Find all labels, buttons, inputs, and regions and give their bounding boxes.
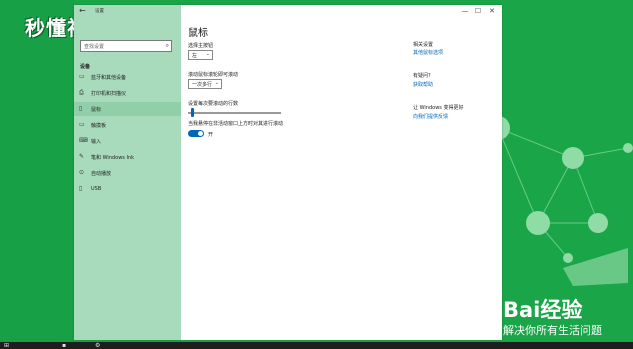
dropdown-value: 一次多行 <box>192 82 213 88</box>
chevron-down-icon: ⌄ <box>205 51 210 57</box>
sidebar-section-label: 设备 <box>80 64 91 70</box>
bluetooth-device-icon: ▭ <box>79 73 85 80</box>
keyboard-icon: ⌨ <box>79 137 88 144</box>
primary-button-dropdown[interactable]: 左 ⌄ <box>188 50 213 60</box>
mouse-icon: ▯ <box>79 105 83 112</box>
lines-slider-track[interactable] <box>188 112 281 114</box>
search-input[interactable]: 查找设置 ⌕ <box>80 40 172 52</box>
touchpad-icon: ▭ <box>79 121 85 128</box>
sidebar-item-printers[interactable]: ⎙ 打印机和扫描仪 <box>74 86 181 100</box>
taskbar: ⊞ ▪ ⚙ <box>0 342 633 349</box>
sidebar-item-touchpad[interactable]: ▭ 触摸板 <box>74 118 181 132</box>
lines-label: 设置每次要滚动的行数 <box>188 101 239 107</box>
start-icon[interactable]: ⊞ <box>4 342 9 349</box>
settings-app-icon[interactable]: ⚙ <box>95 342 100 349</box>
chevron-down-icon: ⌄ <box>214 80 219 86</box>
get-help-link[interactable]: 获取帮助 <box>413 81 433 88</box>
back-arrow-icon[interactable]: ← <box>79 6 86 15</box>
baidu-logo: Bai经验 <box>503 298 583 322</box>
questions-heading: 有疑问? <box>413 73 431 79</box>
toggle-state-label: 开 <box>208 132 214 138</box>
settings-window: ← 设置 查找设置 ⌕ 设备 ▭ 蓝牙和其他设备 ⎙ 打印机和扫描仪 ▯ 鼠标 … <box>74 5 502 340</box>
baidu-slogan: 解决你所有生活问题 <box>503 324 602 337</box>
improve-windows-heading: 让 Windows 变得更好 <box>413 105 464 111</box>
sidebar-item-typing[interactable]: ⌨ 输入 <box>74 134 181 148</box>
toggle-knob <box>198 131 203 136</box>
sidebar-item-label: 笔和 Windows Ink <box>91 155 135 161</box>
usb-icon: ▯ <box>79 185 83 192</box>
taskbar-app-icon[interactable]: ▪ <box>62 342 66 349</box>
search-icon: ⌕ <box>165 42 169 49</box>
related-settings-heading: 相关设置 <box>413 42 434 48</box>
sidebar-item-label: 打印机和扫描仪 <box>91 91 127 97</box>
sidebar-item-label: USB <box>91 186 102 192</box>
sidebar-item-pen[interactable]: ✎ 笔和 Windows Ink <box>74 150 181 164</box>
additional-mouse-options-link[interactable]: 其他鼠标选项 <box>413 49 443 56</box>
sidebar-item-label: 鼠标 <box>91 107 102 113</box>
sidebar-item-usb[interactable]: ▯ USB <box>74 182 181 196</box>
printer-icon: ⎙ <box>79 89 84 96</box>
settings-content: 鼠标 选择主按钮 左 ⌄ 滚动鼠标滚轮即可滚动 一次多行 ⌄ 设置每次要滚动的行… <box>181 5 502 340</box>
sidebar-item-autoplay[interactable]: ⊙ 自动播放 <box>74 166 181 180</box>
primary-button-label: 选择主按钮 <box>188 43 214 49</box>
scroll-mode-dropdown[interactable]: 一次多行 ⌄ <box>188 79 222 89</box>
search-placeholder: 查找设置 <box>84 44 105 50</box>
pen-icon: ✎ <box>79 153 85 160</box>
sidebar-item-label: 输入 <box>91 139 102 145</box>
scroll-label: 滚动鼠标滚轮即可滚动 <box>188 72 239 78</box>
sidebar-item-label: 触摸板 <box>91 123 107 129</box>
give-feedback-link[interactable]: 向我们提供反馈 <box>413 113 448 120</box>
sidebar-item-label: 蓝牙和其他设备 <box>91 75 127 81</box>
sidebar-item-label: 自动播放 <box>91 171 112 177</box>
page-title: 鼠标 <box>188 28 208 39</box>
sidebar-item-mouse[interactable]: ▯ 鼠标 <box>74 102 181 116</box>
autoplay-icon: ⊙ <box>79 169 85 176</box>
inactive-scroll-label: 当我悬停在非活动窗口上方时对其进行滚动 <box>188 121 284 127</box>
settings-sidebar: ← 设置 查找设置 ⌕ 设备 ▭ 蓝牙和其他设备 ⎙ 打印机和扫描仪 ▯ 鼠标 … <box>74 5 181 340</box>
inactive-scroll-toggle[interactable] <box>188 130 204 137</box>
window-title: 设置 <box>95 9 104 14</box>
desktop-left-strip <box>0 0 74 349</box>
dropdown-value: 左 <box>192 53 198 59</box>
sidebar-item-bluetooth[interactable]: ▭ 蓝牙和其他设备 <box>74 70 181 84</box>
lines-slider-thumb[interactable] <box>190 108 194 117</box>
